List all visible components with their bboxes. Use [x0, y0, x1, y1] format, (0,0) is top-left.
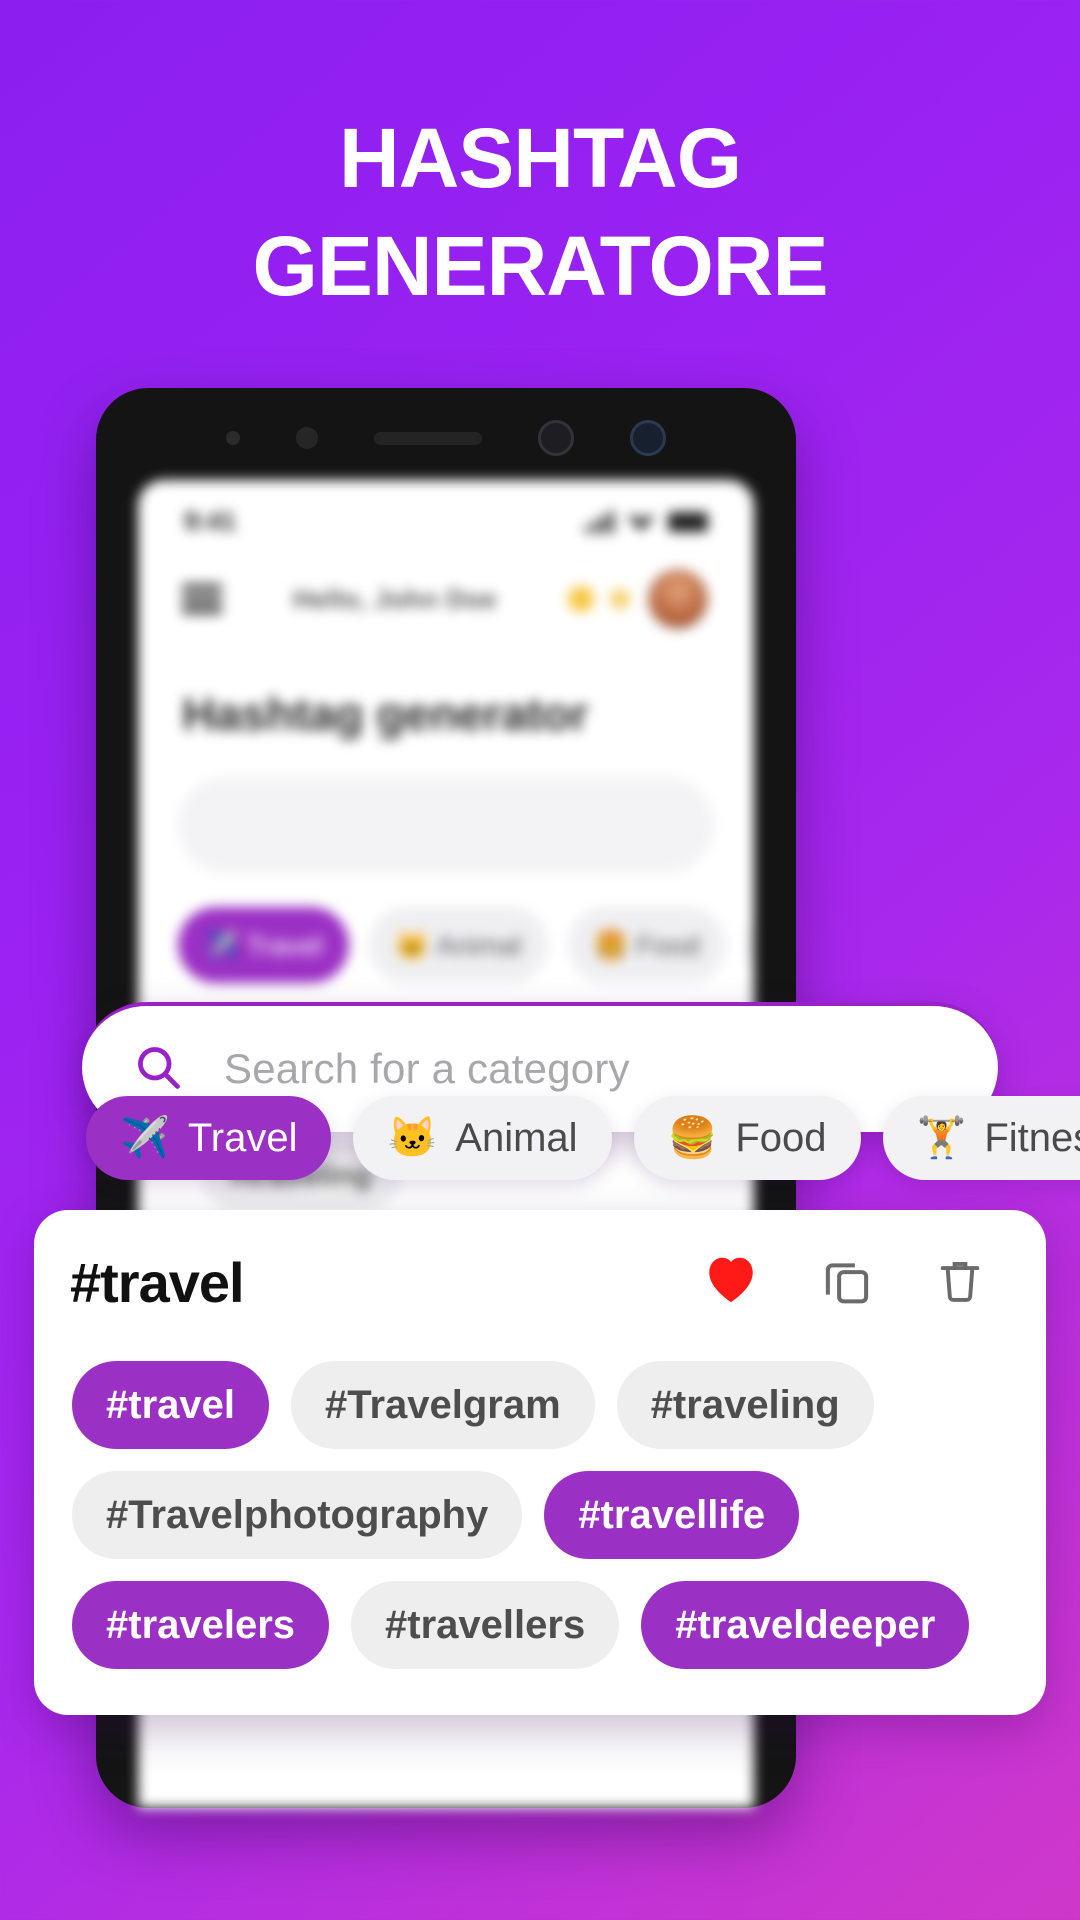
hashtag-chip[interactable]: #travelers	[72, 1581, 330, 1669]
status-bar-time: 9:41	[184, 506, 237, 536]
copy-icon	[825, 1263, 869, 1304]
page-title-line-1: HASHTAG	[338, 111, 742, 205]
hashtag-chip[interactable]: #travellife	[544, 1471, 800, 1559]
dumbbell-icon: 🏋️	[916, 1116, 967, 1160]
category-chip-label: Fitness	[984, 1115, 1080, 1160]
hashtag-chip[interactable]: #traveling	[616, 1361, 874, 1449]
category-chip-label: Travel	[187, 1115, 298, 1160]
status-bar-indicators	[585, 510, 708, 533]
hashtag-result-card: #travel #travel #Travelgram #traveling #…	[34, 1210, 1046, 1715]
screen-category-row: ✈️ Travel 🐱 Animal 🍔 Food 🏋️ Fitness	[138, 873, 754, 983]
page-title-line-2: GENERATORE	[252, 218, 829, 313]
category-chip-label: Food	[735, 1115, 827, 1160]
category-chip-animal[interactable]: 🐱 Animal	[353, 1096, 612, 1180]
hashtag-list: #travel #Travelgram #traveling #Travelph…	[70, 1361, 1010, 1669]
screen-heading: Hashtag generator	[182, 688, 589, 740]
trash-icon	[940, 1262, 980, 1302]
search-icon	[132, 1041, 184, 1098]
screen-chip-fitness[interactable]: 🏋️ Fitness	[746, 907, 754, 983]
copy-button[interactable]	[820, 1253, 874, 1312]
cat-icon: 🐱	[387, 1116, 438, 1160]
battery-icon	[668, 511, 708, 532]
menu-icon[interactable]	[182, 584, 222, 614]
screen-chip-food[interactable]: 🍔 Food	[567, 907, 727, 983]
category-chip-label: Animal	[455, 1115, 578, 1160]
status-bar: 9:41	[138, 480, 754, 541]
greeting-text: Hello, John Doe	[293, 583, 497, 614]
screen-search-field[interactable]	[178, 777, 714, 873]
airplane-icon: ✈️	[120, 1116, 170, 1160]
sensor-dot-large-icon	[296, 427, 318, 449]
category-chip-travel[interactable]: ✈️ Travel	[86, 1096, 332, 1180]
hashtag-chip[interactable]: #travel	[72, 1361, 269, 1449]
front-camera-icon	[538, 420, 574, 456]
wifi-icon	[628, 514, 654, 531]
category-chip-fitness[interactable]: 🏋️ Fitness	[882, 1096, 1080, 1180]
hashtag-chip[interactable]: #Travelphotography	[72, 1471, 523, 1559]
hashtag-chip[interactable]: #travellers	[351, 1581, 620, 1669]
hashtag-chip[interactable]: #traveldeeper	[641, 1581, 970, 1669]
favorite-button[interactable]	[702, 1251, 760, 1314]
result-card-header: #travel	[70, 1250, 1010, 1315]
hamburger-icon: 🍔	[667, 1116, 718, 1160]
coin-icon	[568, 586, 594, 612]
screen-chip-travel[interactable]: ✈️ Travel	[178, 907, 349, 983]
result-card-actions	[702, 1251, 1006, 1314]
delete-button[interactable]	[934, 1253, 986, 1312]
search-input-placeholder: Search for a category	[224, 1045, 630, 1092]
phone-top-bezel	[96, 388, 796, 488]
sensor-dot-icon	[226, 431, 240, 445]
earpiece-speaker	[374, 431, 482, 445]
app-bar-right	[568, 567, 710, 631]
app-bar: Hello, John Doe	[138, 541, 754, 641]
screen-chip-animal[interactable]: 🐱 Animal	[368, 907, 548, 983]
category-chip-food[interactable]: 🍔 Food	[633, 1096, 861, 1180]
avatar[interactable]	[646, 567, 710, 631]
heart-icon	[709, 1257, 753, 1303]
category-chip-row: ✈️ Travel 🐱 Animal 🍔 Food 🏋️ Fitness	[86, 1096, 1080, 1180]
coin-secondary-icon	[610, 589, 630, 609]
front-camera-secondary-icon	[630, 420, 666, 456]
hashtag-chip[interactable]: #Travelgram	[290, 1361, 595, 1449]
cellular-signal-icon	[585, 510, 614, 533]
result-card-title: #travel	[70, 1251, 245, 1314]
page-title: HASHTAG GENERATORE	[0, 105, 1080, 320]
